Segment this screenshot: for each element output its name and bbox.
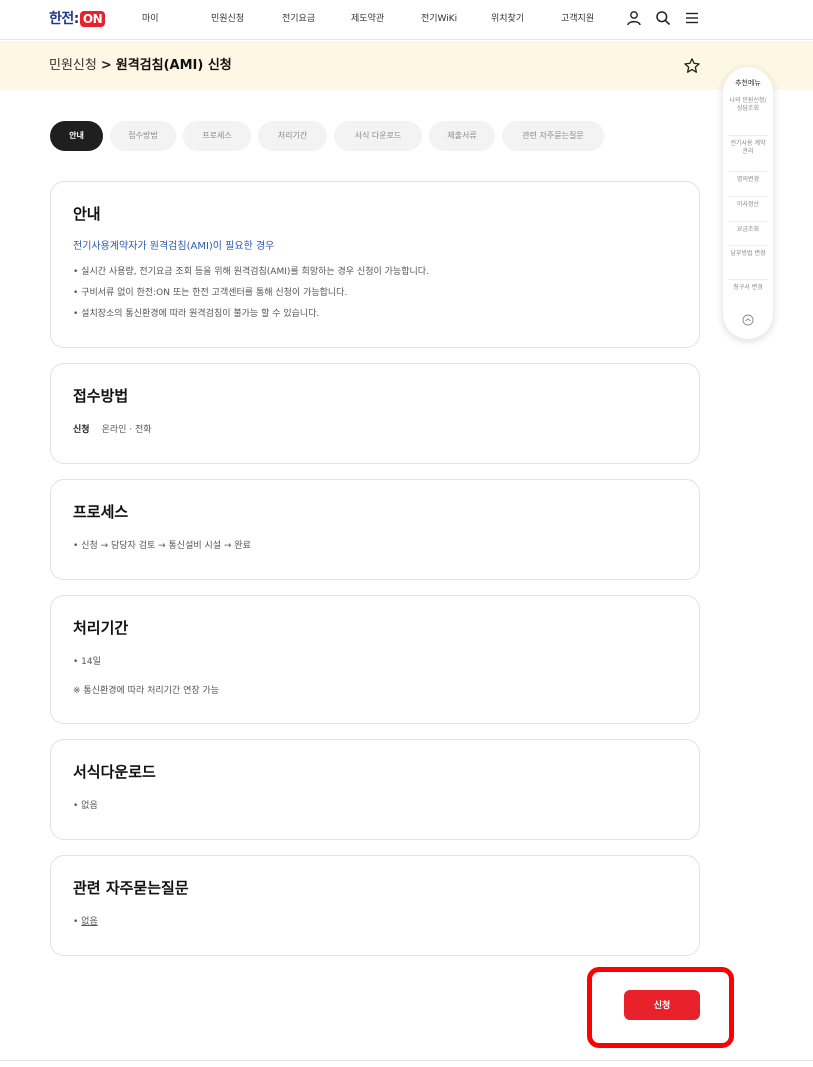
guide-line: • 구비서류 없이 한전:ON 또는 한전 고객센터를 통해 신청이 가능합니다… xyxy=(73,288,348,298)
download-title: 서식다운로드 xyxy=(73,763,156,781)
kepco-on-logo[interactable]: 한전: ON xyxy=(49,10,106,28)
logo-on-badge: ON xyxy=(79,11,106,27)
quick-item-name-change[interactable]: 명의변경 xyxy=(728,171,768,184)
quick-item-move-settlement[interactable]: 이사정산 xyxy=(728,196,768,209)
breadcrumb-root[interactable]: 민원신청 xyxy=(49,58,97,73)
footer-divider xyxy=(0,1060,813,1061)
menu-icon[interactable] xyxy=(684,10,700,26)
faq-card: 관련 자주묻는질문 • 없음 xyxy=(50,855,700,956)
tab-process[interactable]: 프로세스 xyxy=(183,121,251,151)
guide-line: • 실시간 사용량, 전기요금 조회 등을 위해 원격검침(AMI)를 희망하는… xyxy=(73,267,429,277)
guide-line: • 설치장소의 통신환경에 따라 원격검침이 불가능 할 수 있습니다. xyxy=(73,309,320,319)
tab-download[interactable]: 서식 다운로드 xyxy=(334,121,422,151)
process-title: 프로세스 xyxy=(73,503,129,521)
tab-documents[interactable]: 제출서류 xyxy=(429,121,495,151)
method-row: 신청 온라인 · 전화 xyxy=(73,424,152,436)
quick-item-bill-inquiry[interactable]: 요금조회 xyxy=(728,221,768,234)
favorite-star-icon[interactable] xyxy=(683,57,701,75)
quick-item-payment-method[interactable]: 납부방법 변경 xyxy=(728,245,768,258)
method-label: 신청 xyxy=(73,425,90,435)
nav-civil-request[interactable]: 민원신청 xyxy=(211,13,244,25)
period-line: • 14일 xyxy=(73,657,101,667)
nav-support[interactable]: 고객지원 xyxy=(561,13,594,25)
nav-electric-wiki[interactable]: 전기WiKi xyxy=(421,13,457,25)
download-line: • 없음 xyxy=(73,801,98,811)
page-title: 원격검침(AMI) 신청 xyxy=(115,58,232,73)
faq-title: 관련 자주묻는질문 xyxy=(73,879,189,897)
period-card: 처리기간 • 14일 ※ 통신환경에 따라 처리기간 연장 가능 xyxy=(50,595,700,724)
logo-text: 한전 xyxy=(49,11,74,27)
method-title: 접수방법 xyxy=(73,387,129,405)
logo-colon: : xyxy=(73,11,80,27)
period-title: 처리기간 xyxy=(73,619,129,637)
highlight-box xyxy=(587,967,734,1048)
guide-subtitle: 전기사용계약자가 원격검침(AMI)이 필요한 경우 xyxy=(73,241,275,252)
global-header: 한전: ON 마이 민원신청 전기요금 제도약관 전기WiKi 위치찾기 고객지원 xyxy=(0,0,813,40)
breadcrumb-band: 민원신청 > 원격검침(AMI) 신청 xyxy=(0,41,813,90)
quick-item-my-requests[interactable]: 나의 민원신청/ 상담조회 xyxy=(728,93,768,113)
faq-link[interactable]: 없음 xyxy=(81,917,98,927)
nav-my[interactable]: 마이 xyxy=(142,13,159,25)
period-note: ※ 통신환경에 따라 처리기간 연장 가능 xyxy=(73,686,220,696)
guide-card: 안내 전기사용계약자가 원격검침(AMI)이 필요한 경우 • 실시간 사용량,… xyxy=(50,181,700,348)
process-card: 프로세스 • 신청 → 담당자 검토 → 통신설비 시설 → 완료 xyxy=(50,479,700,580)
method-card: 접수방법 신청 온라인 · 전화 xyxy=(50,363,700,464)
faq-line: • 없음 xyxy=(73,916,98,928)
breadcrumb: 민원신청 > 원격검침(AMI) 신청 xyxy=(49,57,232,75)
tab-method[interactable]: 접수방법 xyxy=(110,121,176,151)
method-value: 온라인 · 전화 xyxy=(101,425,152,435)
guide-title: 안내 xyxy=(73,205,101,223)
search-icon[interactable] xyxy=(655,10,671,26)
download-card: 서식다운로드 • 없음 xyxy=(50,739,700,840)
recommended-menu: 추천메뉴 나의 민원신청/ 상담조회 전기사용 계약관리 명의변경 이사정산 요… xyxy=(723,67,773,339)
quick-item-bill-change[interactable]: 청구서 변경 xyxy=(728,279,768,292)
nav-policy-terms[interactable]: 제도약관 xyxy=(351,13,384,25)
faq-bullet: • xyxy=(73,917,82,927)
nav-electric-bill[interactable]: 전기요금 xyxy=(282,13,315,25)
nav-location[interactable]: 위치찾기 xyxy=(491,13,524,25)
process-line: • 신청 → 담당자 검토 → 통신설비 시설 → 완료 xyxy=(73,541,251,551)
quick-item-contract[interactable]: 전기사용 계약관리 xyxy=(728,135,768,156)
user-icon[interactable] xyxy=(626,10,642,26)
tab-faq[interactable]: 관련 자주묻는질문 xyxy=(502,121,604,151)
scroll-top-icon[interactable] xyxy=(742,314,754,326)
breadcrumb-separator: > xyxy=(100,58,112,73)
tab-guide[interactable]: 안내 xyxy=(50,121,103,151)
tab-period[interactable]: 처리기간 xyxy=(258,121,327,151)
recommended-menu-title: 추천메뉴 xyxy=(735,79,761,87)
